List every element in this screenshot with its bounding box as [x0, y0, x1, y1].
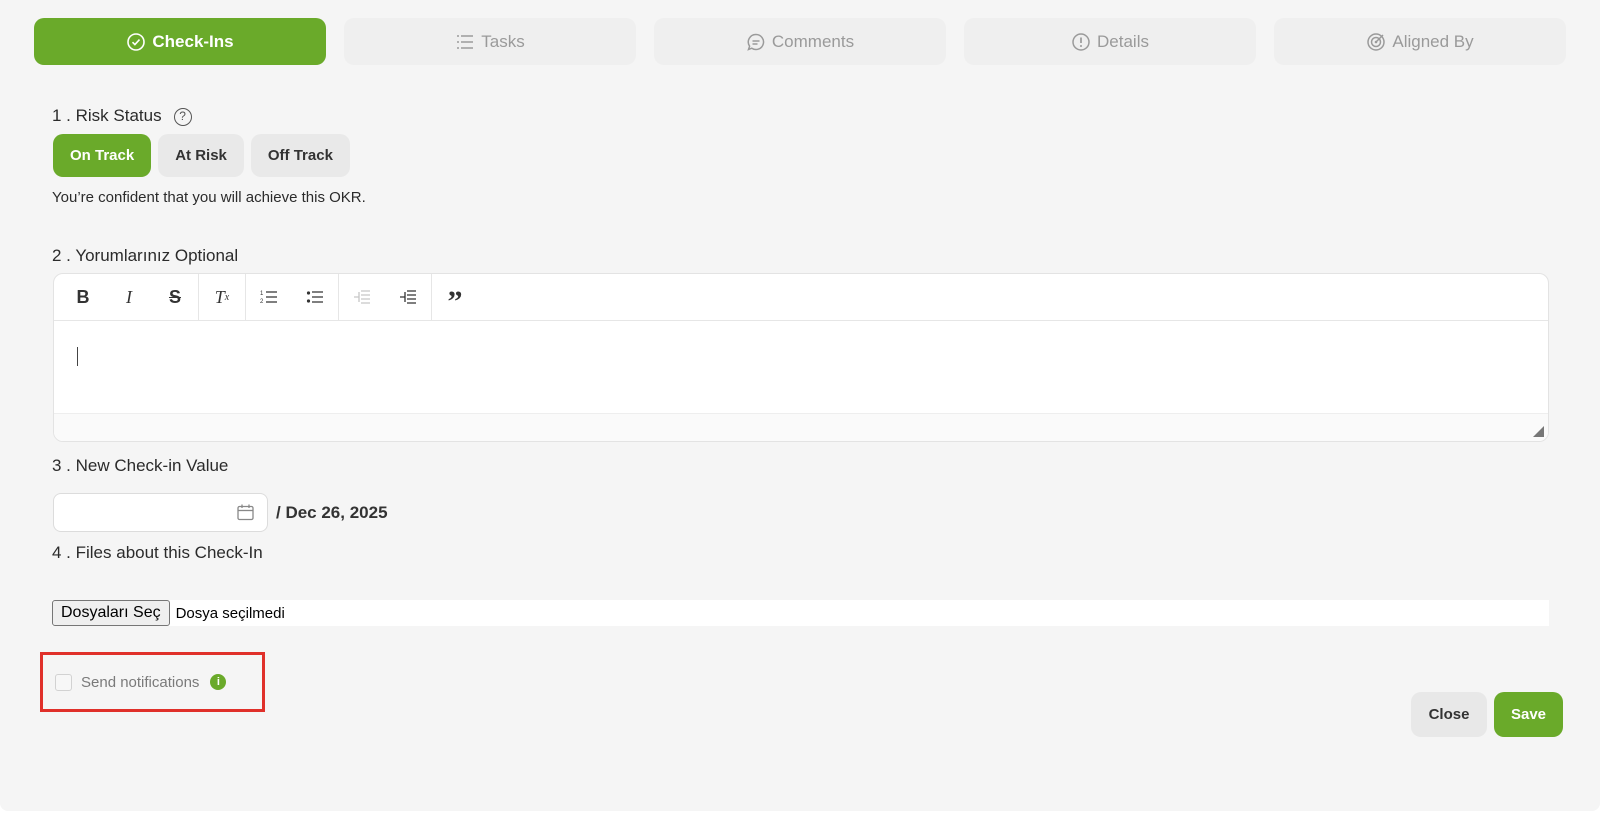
editor-toolbar: B I S Tx 12 ”: [54, 274, 1548, 321]
send-notifications-checkbox[interactable]: [55, 673, 72, 691]
send-notifications-row: Send notifications i: [40, 652, 265, 712]
tab-label: Comments: [771, 31, 855, 51]
send-notifications-label[interactable]: Send notifications: [81, 674, 199, 691]
risk-on-track-button[interactable]: On Track: [53, 134, 152, 177]
info-icon[interactable]: i: [210, 674, 227, 690]
risk-description: You’re confident that you will achieve t…: [52, 189, 366, 206]
close-button[interactable]: Close: [1411, 692, 1487, 737]
italic-icon[interactable]: I: [106, 274, 152, 320]
tab-tasks[interactable]: Tasks: [344, 18, 636, 65]
bullet-list-icon[interactable]: [292, 274, 338, 320]
text-caret: [77, 347, 78, 366]
tab-comments[interactable]: Comments: [654, 18, 946, 65]
checkin-panel: Check-Ins Tasks Comments Details Aligned…: [0, 0, 1600, 811]
checkin-value-heading: 3 . New Check-in Value: [52, 456, 229, 475]
outdent-icon[interactable]: [339, 274, 385, 320]
tab-check-ins[interactable]: Check-Ins: [34, 18, 326, 65]
svg-text:1: 1: [260, 291, 264, 297]
info-circle-icon: [1072, 32, 1090, 51]
bold-icon[interactable]: B: [60, 274, 106, 320]
strikethrough-icon[interactable]: S: [152, 274, 198, 320]
resize-handle-icon[interactable]: [1533, 426, 1544, 437]
comment-icon: [747, 33, 765, 51]
checkin-value-row: / Dec 26, 2025: [53, 493, 388, 532]
tab-label: Details: [1097, 31, 1149, 51]
risk-off-track-button[interactable]: Off Track: [250, 134, 350, 177]
tab-bar: Check-Ins Tasks Comments Details Aligned…: [34, 18, 1566, 65]
risk-at-risk-button[interactable]: At Risk: [158, 134, 244, 177]
editor-content-area[interactable]: [54, 321, 1548, 413]
comments-heading: 2 . Yorumlarınız Optional: [52, 246, 239, 265]
file-input: Dosyaları Seç Dosya seçilmedi: [52, 600, 1549, 626]
save-button[interactable]: Save: [1494, 692, 1563, 737]
risk-status-group: On Track At Risk Off Track: [53, 134, 350, 177]
target-icon: [1367, 32, 1386, 51]
risk-status-title: 1 . Risk Status: [52, 106, 162, 125]
calendar-icon[interactable]: [237, 504, 254, 521]
check-circle-icon: [127, 32, 146, 51]
help-icon[interactable]: ?: [173, 107, 192, 126]
tab-label: Check-Ins: [152, 31, 234, 51]
risk-status-heading: 1 . Risk Status?: [52, 106, 192, 126]
tab-aligned-by[interactable]: Aligned By: [1274, 18, 1566, 65]
tab-label: Tasks: [481, 31, 525, 51]
blockquote-icon[interactable]: ”: [432, 274, 478, 320]
choose-files-button[interactable]: Dosyaları Seç: [52, 600, 170, 626]
no-file-text: Dosya seçilmedi: [175, 604, 285, 622]
target-date: / Dec 26, 2025: [276, 502, 388, 522]
clear-format-icon[interactable]: Tx: [199, 274, 245, 320]
files-heading: 4 . Files about this Check-In: [52, 543, 263, 562]
list-icon: [457, 34, 474, 49]
svg-text:2: 2: [260, 299, 264, 305]
checkin-value-input[interactable]: [53, 493, 268, 532]
editor-statusbar: [54, 413, 1548, 441]
tab-label: Aligned By: [1392, 31, 1474, 51]
tab-details[interactable]: Details: [964, 18, 1256, 65]
dialog-actions: Close Save: [1411, 692, 1563, 737]
rich-text-editor: B I S Tx 12 ”: [53, 273, 1549, 442]
ordered-list-icon[interactable]: 12: [246, 274, 292, 320]
indent-icon[interactable]: [385, 274, 431, 320]
